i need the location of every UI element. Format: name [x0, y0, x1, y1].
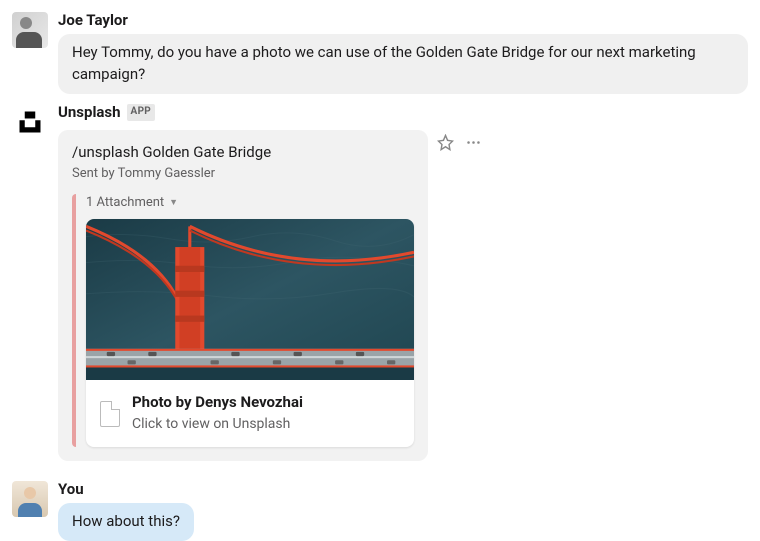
card-title: /unsplash Golden Gate Bridge: [72, 142, 414, 164]
photo-attachment[interactable]: Photo by Denys Nevozhai Click to view on…: [86, 219, 414, 446]
message-app: Unsplash APP /unsplash Golden Gate Bridg…: [12, 102, 748, 461]
attachment-card: /unsplash Golden Gate Bridge Sent by Tom…: [58, 130, 428, 461]
card-subtitle: Sent by Tommy Gaessler: [72, 165, 414, 184]
photo-subtitle: Click to view on Unsplash: [132, 414, 303, 434]
more-icon[interactable]: [464, 134, 482, 152]
avatar-you[interactable]: [12, 481, 48, 517]
chevron-down-icon: ▼: [169, 197, 178, 210]
photo-title: Photo by Denys Nevozhai: [132, 392, 303, 414]
attachments-label: 1 Attachment: [86, 194, 164, 213]
photo-image: [86, 219, 414, 380]
file-icon: [100, 401, 120, 427]
sender-name: Joe Taylor: [58, 10, 748, 32]
star-icon[interactable]: [436, 134, 454, 152]
sender-name: Unsplash: [58, 102, 121, 124]
attachments-toggle[interactable]: 1 Attachment ▼: [86, 194, 414, 213]
message-text: Hey Tommy, do you have a photo we can us…: [58, 34, 748, 94]
avatar-joe[interactable]: [12, 12, 48, 48]
unsplash-icon: [16, 108, 44, 136]
sender-name: You: [58, 479, 748, 501]
message-actions: [436, 130, 482, 152]
avatar-app[interactable]: [12, 104, 48, 140]
app-badge: APP: [127, 104, 156, 121]
message-you: You How about this?: [12, 479, 748, 541]
message-text: How about this?: [58, 503, 194, 541]
message-joe: Joe Taylor Hey Tommy, do you have a phot…: [12, 10, 748, 94]
